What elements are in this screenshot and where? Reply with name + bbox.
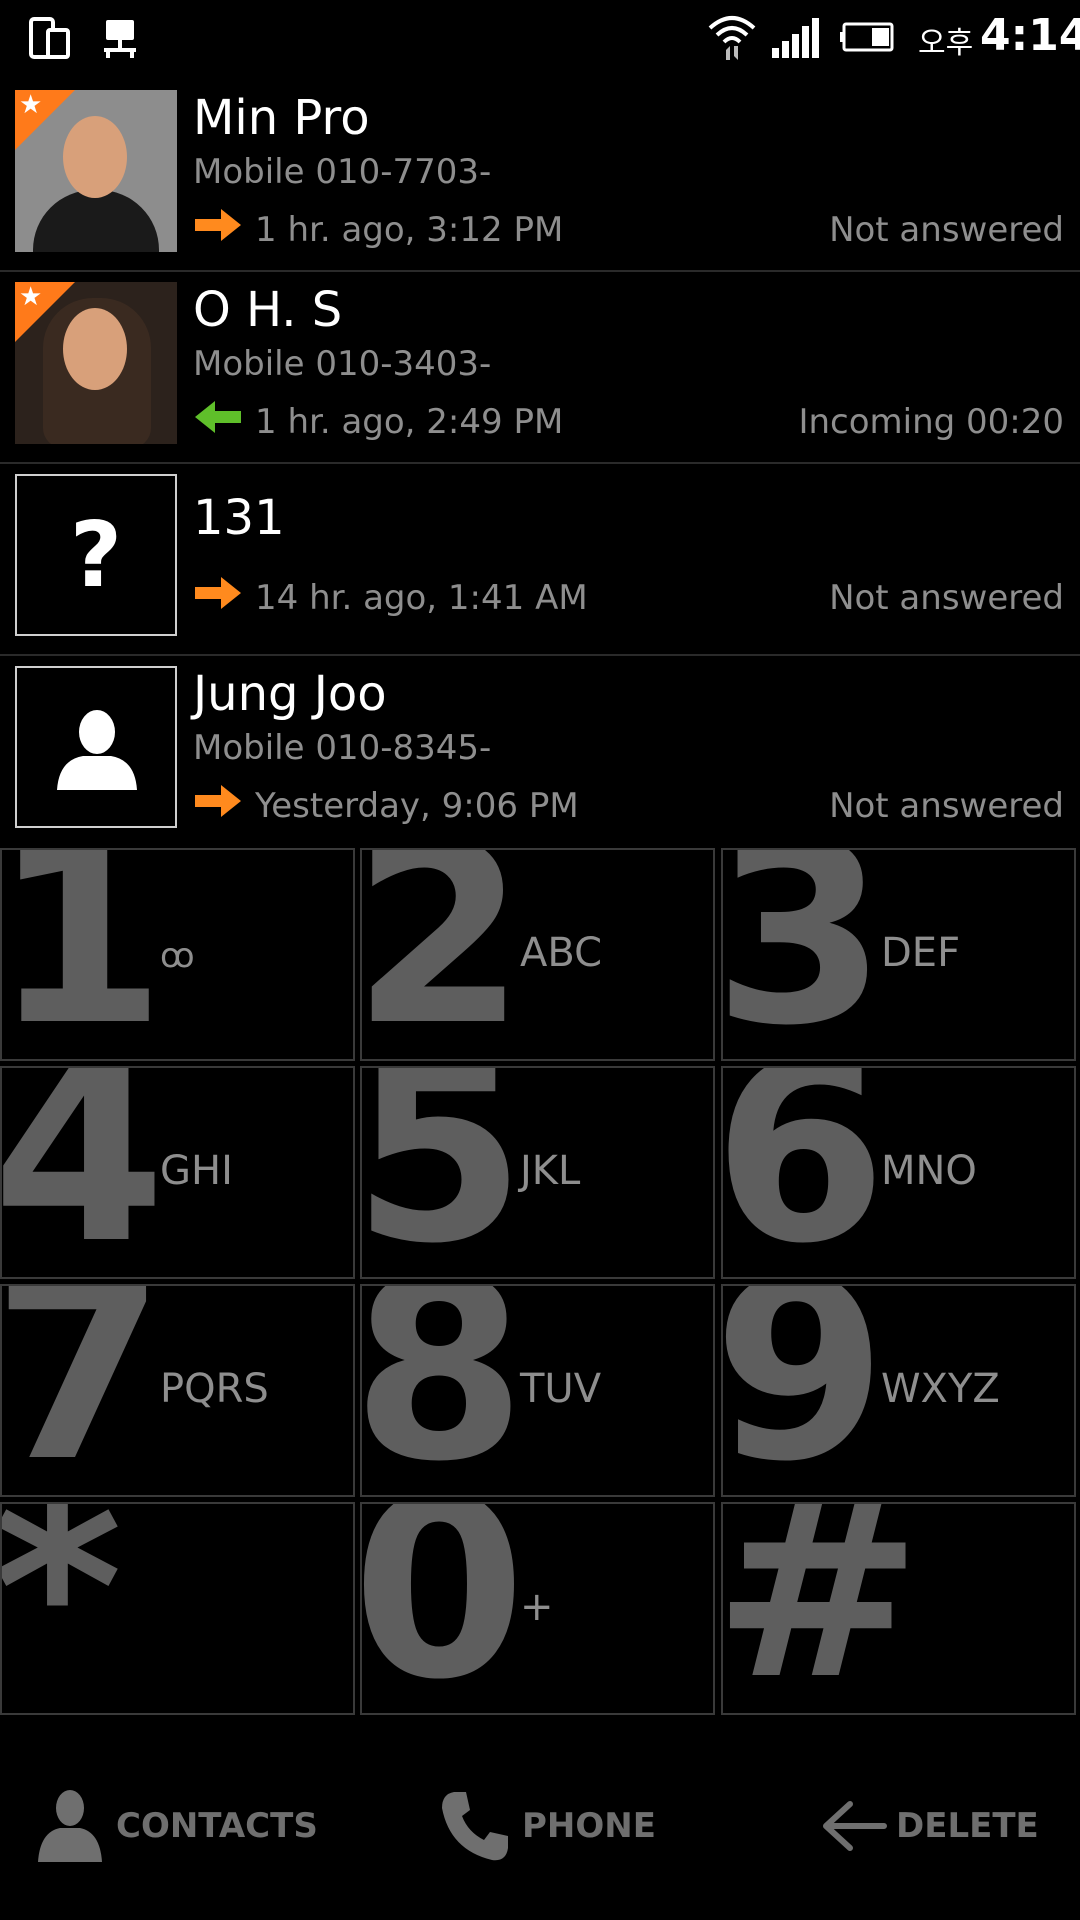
screen-mirror-icon xyxy=(29,17,70,59)
contact-number: Mobile 010-3403- xyxy=(193,344,492,384)
phone-icon xyxy=(442,1792,508,1861)
call-status: Incoming 00:20 xyxy=(798,402,1064,442)
contact-name: Jung Joo xyxy=(193,666,387,722)
battery-icon xyxy=(840,22,894,52)
call-time: 1 hr. ago, 3:12 PM xyxy=(255,210,564,250)
key-8[interactable]: 8 TUV xyxy=(360,1284,715,1497)
key-hash[interactable]: # xyxy=(721,1502,1076,1715)
back-arrow-icon xyxy=(823,1801,887,1851)
contact-photo[interactable]: ★ xyxy=(15,90,177,252)
status-time: 4:14 xyxy=(980,10,1080,61)
contact-name: 131 xyxy=(193,490,285,546)
contact-number: Mobile 010-8345- xyxy=(193,728,492,768)
contacts-icon xyxy=(38,1790,102,1862)
question-mark-icon: ? xyxy=(69,502,123,608)
key-2[interactable]: 2 ABC xyxy=(360,848,715,1061)
key-7[interactable]: 7 PQRS xyxy=(0,1284,355,1497)
contacts-button[interactable]: CONTACTS xyxy=(30,1786,318,1866)
key-9[interactable]: 9 WXYZ xyxy=(721,1284,1076,1497)
status-ampm: 오후 xyxy=(918,26,974,61)
network-share-icon xyxy=(104,20,136,58)
key-star[interactable]: * xyxy=(0,1502,355,1715)
contact-name: O H. S xyxy=(193,282,343,338)
star-icon: ★ xyxy=(19,282,43,312)
wifi-icon xyxy=(708,16,756,60)
key-0[interactable]: 0 + xyxy=(360,1502,715,1715)
person-silhouette-icon xyxy=(57,710,137,790)
delete-button[interactable]: DELETE xyxy=(820,1786,1039,1866)
phone-button[interactable]: PHONE xyxy=(436,1786,656,1866)
outgoing-call-icon xyxy=(195,785,241,817)
dial-keypad: 1 ꝏ 2 ABC 3 DEF 4 GHI 5 JKL 6 MNO 7 PQRS… xyxy=(0,848,1080,1726)
contact-name: Min Pro xyxy=(193,90,370,146)
bottom-action-bar: CONTACTS PHONE DELETE xyxy=(0,1726,1080,1920)
contact-avatar[interactable] xyxy=(15,666,177,828)
call-time: 14 hr. ago, 1:41 AM xyxy=(255,578,588,618)
key-3[interactable]: 3 DEF xyxy=(721,848,1076,1061)
key-6[interactable]: 6 MNO xyxy=(721,1066,1076,1279)
incoming-call-icon xyxy=(195,401,241,433)
key-1[interactable]: 1 ꝏ xyxy=(0,848,355,1061)
outgoing-call-icon xyxy=(195,209,241,241)
contact-number: Mobile 010-7703- xyxy=(193,152,492,192)
call-status: Not answered xyxy=(829,786,1064,826)
call-log-row[interactable]: Jung Joo Mobile 010-8345- Yesterday, 9:0… xyxy=(0,656,1080,848)
call-time: 1 hr. ago, 2:49 PM xyxy=(255,402,564,442)
call-status: Not answered xyxy=(829,210,1064,250)
call-status: Not answered xyxy=(829,578,1064,618)
call-log-list: ★ Min Pro Mobile 010-7703- 1 hr. ago, 3:… xyxy=(0,80,1080,850)
unknown-contact-avatar[interactable]: ? xyxy=(15,474,177,636)
status-bar: 오후 4:14 xyxy=(0,0,1080,80)
key-4[interactable]: 4 GHI xyxy=(0,1066,355,1279)
call-log-row[interactable]: ? 131 14 hr. ago, 1:41 AM Not answered xyxy=(0,464,1080,656)
call-log-row[interactable]: ★ O H. S Mobile 010-3403- 1 hr. ago, 2:4… xyxy=(0,272,1080,464)
key-5[interactable]: 5 JKL xyxy=(360,1066,715,1279)
signal-icon xyxy=(772,18,819,58)
contact-photo[interactable]: ★ xyxy=(15,282,177,444)
voicemail-icon: ꝏ xyxy=(160,936,195,976)
star-icon: ★ xyxy=(19,90,43,120)
outgoing-call-icon xyxy=(195,577,241,609)
call-time: Yesterday, 9:06 PM xyxy=(255,786,579,826)
call-log-row[interactable]: ★ Min Pro Mobile 010-7703- 1 hr. ago, 3:… xyxy=(0,80,1080,272)
